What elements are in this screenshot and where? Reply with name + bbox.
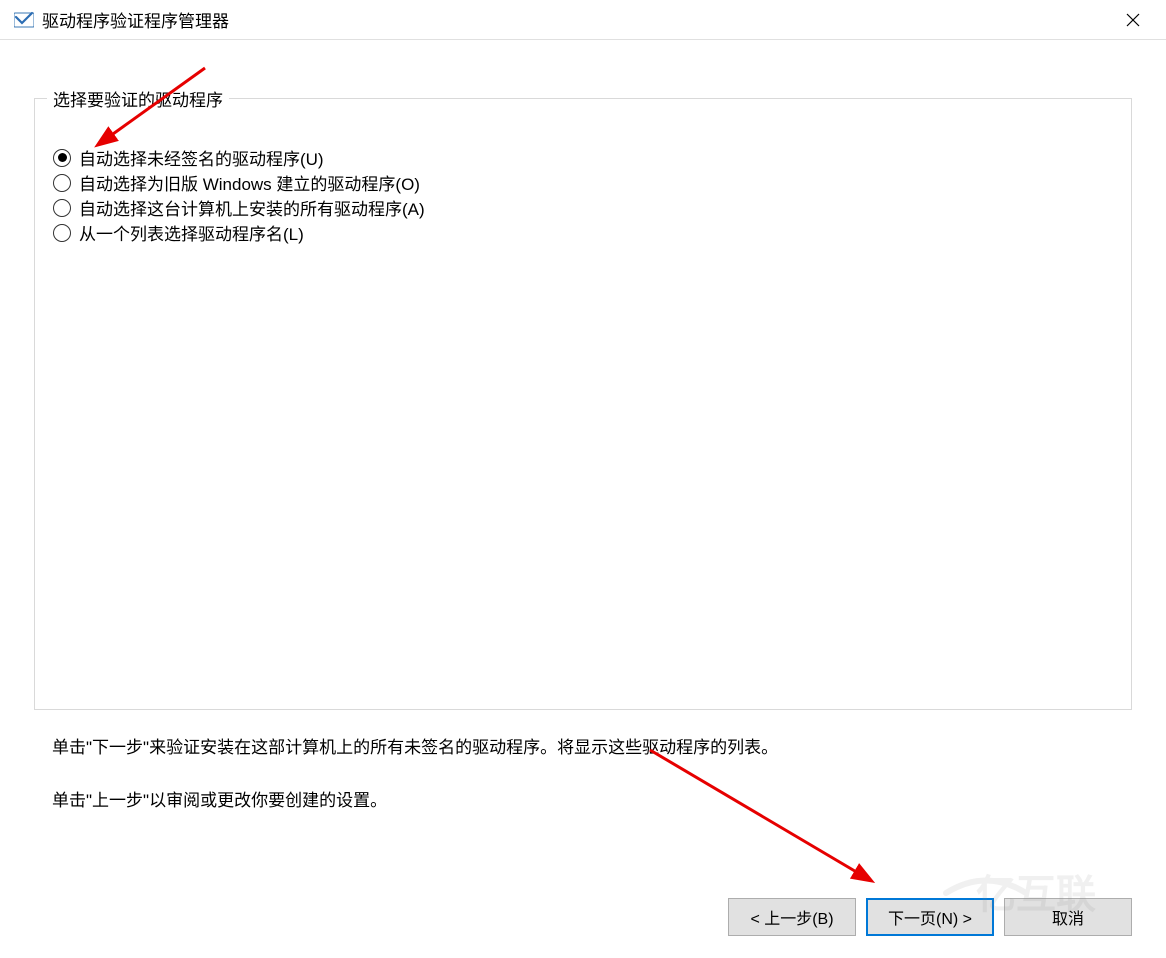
- close-icon: [1126, 13, 1140, 27]
- radio-option-all-drivers[interactable]: 自动选择这台计算机上安装的所有驱动程序(A): [53, 195, 1113, 220]
- radio-icon: [53, 199, 71, 217]
- close-button[interactable]: [1110, 4, 1156, 36]
- radio-option-from-list[interactable]: 从一个列表选择驱动程序名(L): [53, 220, 1113, 245]
- app-icon: [14, 11, 34, 29]
- cancel-button[interactable]: 取消: [1004, 898, 1132, 936]
- driver-select-fieldset: 选择要验证的驱动程序 自动选择未经签名的驱动程序(U) 自动选择为旧版 Wind…: [34, 98, 1132, 710]
- radio-label: 从一个列表选择驱动程序名(L): [79, 220, 304, 245]
- hint-line-2: 单击"上一步"以审阅或更改你要创建的设置。: [52, 787, 1132, 814]
- radio-icon: [53, 174, 71, 192]
- hint-text: 单击"下一步"来验证安装在这部计算机上的所有未签名的驱动程序。将显示这些驱动程序…: [34, 734, 1132, 814]
- hint-line-1: 单击"下一步"来验证安装在这部计算机上的所有未签名的驱动程序。将显示这些驱动程序…: [52, 734, 1132, 761]
- content-area: 选择要验证的驱动程序 自动选择未经签名的驱动程序(U) 自动选择为旧版 Wind…: [0, 40, 1166, 814]
- radio-option-unsigned[interactable]: 自动选择未经签名的驱动程序(U): [53, 145, 1113, 170]
- radio-icon: [53, 224, 71, 242]
- fieldset-legend: 选择要验证的驱动程序: [47, 86, 229, 111]
- radio-icon: [53, 149, 71, 167]
- radio-label: 自动选择为旧版 Windows 建立的驱动程序(O): [79, 170, 420, 195]
- window-title: 驱动程序验证程序管理器: [42, 7, 229, 32]
- wizard-button-row: < 上一步(B) 下一页(N) > 取消: [728, 898, 1132, 936]
- next-button[interactable]: 下一页(N) >: [866, 898, 994, 936]
- radio-option-old-windows[interactable]: 自动选择为旧版 Windows 建立的驱动程序(O): [53, 170, 1113, 195]
- back-button[interactable]: < 上一步(B): [728, 898, 856, 936]
- radio-label: 自动选择未经签名的驱动程序(U): [79, 145, 324, 170]
- radio-label: 自动选择这台计算机上安装的所有驱动程序(A): [79, 195, 425, 220]
- titlebar: 驱动程序验证程序管理器: [0, 0, 1166, 40]
